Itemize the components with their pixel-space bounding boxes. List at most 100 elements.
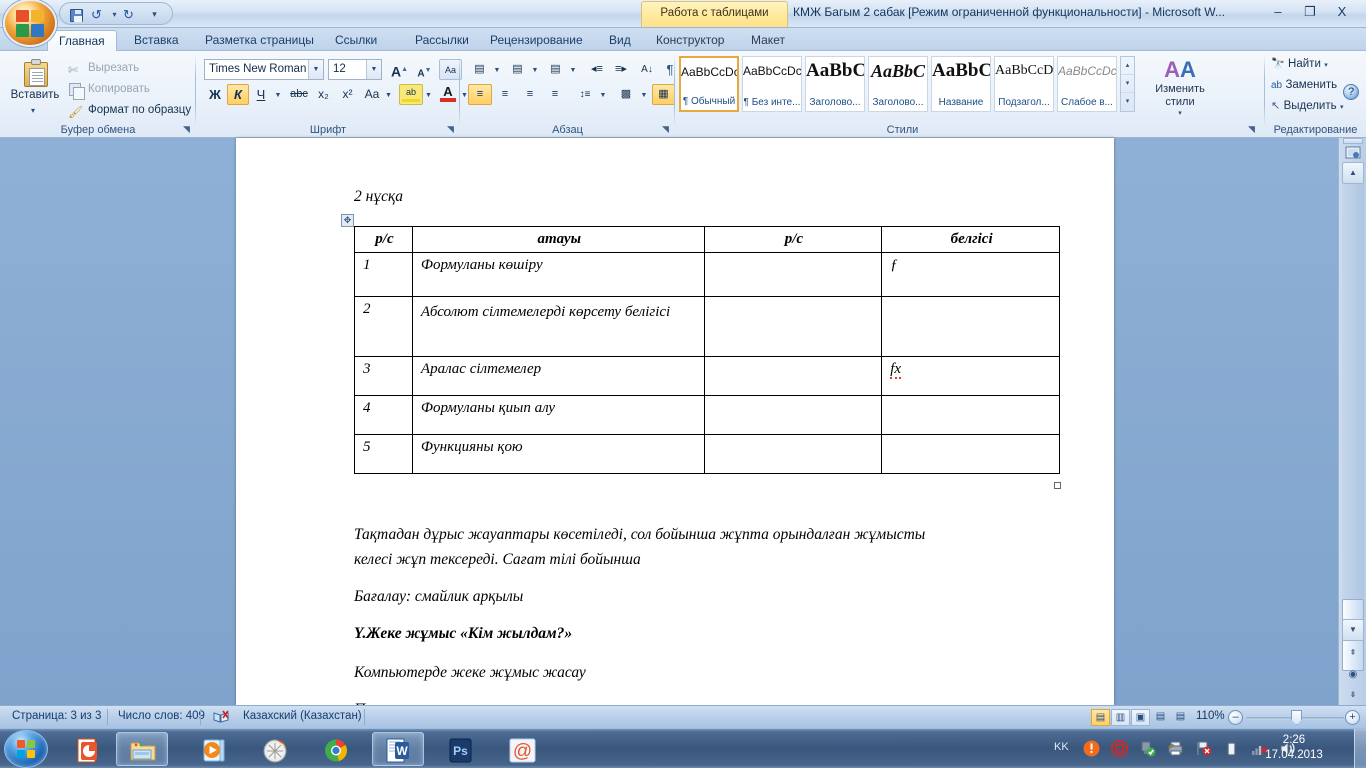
zoom-level[interactable]: 110%: [1196, 710, 1225, 722]
taskbar-item-photoshop[interactable]: Ps: [434, 732, 486, 766]
align-center-button[interactable]: ≡: [493, 84, 517, 105]
table-cell-ps[interactable]: [703, 434, 883, 474]
table-cell-sign[interactable]: [881, 395, 1060, 435]
document-page[interactable]: 2 нұсқа ✥ р/с атауы р/с белгісі 1 Формул…: [236, 138, 1114, 718]
style-no-spacing[interactable]: AaBbCcDc ¶ Без инте...: [742, 56, 802, 112]
font-name-dropdown-icon[interactable]: ▼: [308, 60, 323, 79]
taskbar-item-explorer[interactable]: [116, 732, 168, 766]
bullets-button[interactable]: ▤: [468, 59, 491, 80]
table-cell-name[interactable]: Формуланы қиып алу: [411, 395, 705, 435]
underline-button[interactable]: Ч: [250, 84, 272, 105]
zoom-out-button[interactable]: –: [1228, 710, 1243, 725]
styles-gallery-scroll[interactable]: ▴ ▾ ▾: [1120, 56, 1135, 112]
flag-error-icon[interactable]: [1195, 740, 1212, 757]
style-heading-2[interactable]: AaBbC Заголово...: [868, 56, 928, 112]
vertical-scrollbar[interactable]: ▲ ▼ ⇞ ◉ ⇟: [1338, 138, 1366, 705]
styles-more-icon[interactable]: ▾: [1121, 93, 1134, 111]
paste-dropdown-icon[interactable]: ▾: [31, 106, 35, 115]
close-button[interactable]: X: [1328, 2, 1356, 22]
table-cell-sign[interactable]: ƒ: [881, 252, 1060, 297]
numbering-button[interactable]: ▤: [506, 59, 529, 80]
justify-button[interactable]: ≡: [543, 84, 567, 105]
table-cell-num[interactable]: 5: [354, 434, 413, 474]
increase-indent-button[interactable]: ≡▸: [609, 59, 633, 80]
select-dropdown-icon[interactable]: ▾: [1340, 104, 1344, 111]
document-table[interactable]: р/с атауы р/с белгісі 1 Формуланы көшіру…: [354, 226, 1060, 474]
style-subtitle[interactable]: AaBbCcD Подзагол...: [994, 56, 1054, 112]
multilevel-dropdown-icon[interactable]: ▼: [567, 59, 579, 80]
select-browse-object-button[interactable]: ◉: [1342, 665, 1364, 687]
zoom-slider-knob[interactable]: [1291, 710, 1302, 725]
table-cell-sign[interactable]: fx: [881, 356, 1060, 396]
table-cell-ps[interactable]: [703, 356, 883, 396]
tab-review[interactable]: Рецензирование: [479, 30, 594, 51]
scroll-up-button[interactable]: ▲: [1342, 162, 1364, 184]
replace-button[interactable]: ab Заменить: [1271, 77, 1337, 91]
undo-icon[interactable]: ↺: [88, 6, 105, 23]
start-button[interactable]: [4, 730, 48, 768]
show-desktop-button[interactable]: [1354, 729, 1366, 768]
tab-layout[interactable]: Макет: [740, 30, 796, 51]
tab-page-layout[interactable]: Разметка страницы: [194, 30, 325, 51]
language-indicator-tray[interactable]: KK: [1054, 741, 1069, 753]
word-count[interactable]: Число слов: 409: [118, 710, 205, 722]
antivirus-icon[interactable]: [1111, 740, 1128, 757]
styles-scroll-up-icon[interactable]: ▴: [1121, 57, 1134, 75]
table-cell-num[interactable]: 2: [354, 296, 413, 357]
taskbar-item-chrome[interactable]: [310, 732, 362, 766]
style-subtle-emphasis[interactable]: AaBbCcDc Слабое в...: [1057, 56, 1117, 112]
tab-home[interactable]: Главная: [47, 30, 117, 51]
tab-insert[interactable]: Вставка: [123, 30, 190, 51]
clock[interactable]: 2:26 17.04.2013: [1248, 733, 1340, 763]
borders-button[interactable]: ▦: [652, 84, 675, 105]
change-case-dropdown-icon[interactable]: ▼: [383, 84, 394, 105]
style-normal[interactable]: AaBbCcDc ¶ Обычный: [679, 56, 739, 112]
font-size-combo[interactable]: 12 ▼: [328, 59, 382, 80]
next-object-button[interactable]: ⇟: [1342, 685, 1364, 707]
superscript-button[interactable]: x²: [336, 84, 359, 105]
tab-references[interactable]: Ссылки: [324, 30, 388, 51]
save-icon[interactable]: [66, 6, 83, 23]
table-cell-name[interactable]: Формуланы көшіру: [411, 252, 705, 297]
font-dialog-launcher[interactable]: ◥: [445, 124, 456, 135]
bullets-dropdown-icon[interactable]: ▼: [491, 59, 503, 80]
find-dropdown-icon[interactable]: ▾: [1324, 62, 1328, 69]
table-cell-sign[interactable]: [881, 434, 1060, 474]
line-spacing-dropdown-icon[interactable]: ▼: [597, 84, 609, 105]
select-button[interactable]: ↖ Выделить ▾: [1271, 98, 1343, 112]
table-cell-num[interactable]: 1: [354, 252, 413, 297]
table-cell-ps[interactable]: [703, 296, 883, 357]
strikethrough-button[interactable]: abc: [287, 84, 311, 105]
sort-button[interactable]: A↓: [636, 59, 658, 80]
grow-font-button[interactable]: A▲: [388, 59, 411, 80]
styles-scroll-down-icon[interactable]: ▾: [1121, 75, 1134, 93]
customize-qat-icon[interactable]: ▾: [146, 6, 163, 23]
zoom-in-button[interactable]: +: [1345, 710, 1360, 725]
page-indicator[interactable]: Страница: 3 из 3: [12, 710, 101, 722]
minimize-button[interactable]: –: [1264, 2, 1292, 22]
find-button[interactable]: 🔭 Найти ▾: [1271, 56, 1328, 70]
taskbar-item-mail[interactable]: @: [496, 732, 548, 766]
change-styles-button[interactable]: AA Изменить стили ▾: [1145, 57, 1215, 117]
underline-dropdown-icon[interactable]: ▼: [272, 84, 284, 105]
table-cell-ps[interactable]: [703, 252, 883, 297]
text-highlight-button[interactable]: ab: [399, 84, 423, 105]
copy-button[interactable]: Копировать: [68, 80, 150, 100]
network-shield-icon[interactable]: [1139, 740, 1156, 757]
taskbar-item-word[interactable]: W: [372, 732, 424, 766]
style-heading-1[interactable]: AaBbC Заголово...: [805, 56, 865, 112]
highlight-dropdown-icon[interactable]: ▼: [423, 84, 434, 105]
clipboard-dialog-launcher[interactable]: ◥: [181, 124, 192, 135]
font-color-button[interactable]: A: [437, 84, 459, 105]
italic-button[interactable]: К: [227, 84, 249, 105]
change-styles-dropdown-icon[interactable]: ▾: [1145, 109, 1215, 117]
view-print-layout-button[interactable]: ▤: [1091, 709, 1110, 726]
view-outline-button[interactable]: ▤: [1151, 709, 1170, 726]
table-cell-name[interactable]: Абсолют сілтемелерді көрсету белігісі: [411, 296, 705, 357]
paste-button[interactable]: Вставить ▾: [10, 56, 60, 120]
battery-icon[interactable]: [1223, 740, 1240, 757]
table-cell-sign[interactable]: [881, 296, 1060, 357]
font-name-combo[interactable]: Times New Roman ▼: [204, 59, 324, 80]
document-canvas[interactable]: 2 нұсқа ✥ р/с атауы р/с белгісі 1 Формул…: [0, 138, 1338, 718]
previous-object-button[interactable]: ⇞: [1342, 643, 1364, 665]
